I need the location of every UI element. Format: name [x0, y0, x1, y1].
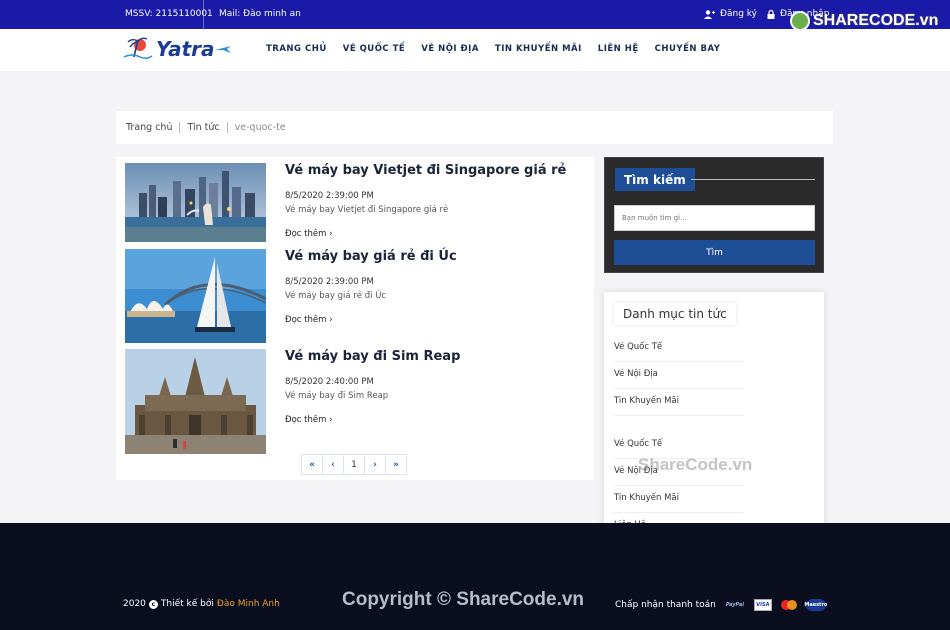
prev-page-button[interactable]: ‹ — [322, 454, 344, 475]
breadcrumb-news[interactable]: Tin tức — [187, 122, 219, 133]
site-footer: 2020 c Thiết kế bởi Đào Minh Anh Copyrig… — [0, 523, 950, 630]
logo-text: Yatra — [156, 37, 215, 61]
nav-promotions[interactable]: TIN KHUYẾN MÃI — [495, 44, 582, 54]
nav-contact[interactable]: LIÊN HỆ — [598, 44, 639, 54]
breadcrumb-separator — [179, 122, 181, 133]
sharecode-logo-icon — [790, 11, 810, 31]
visa-icon: VISA — [753, 599, 772, 611]
sharecode-watermark-badge: SHARECODE.vn — [790, 11, 938, 31]
last-page-button[interactable]: » — [385, 454, 407, 475]
breadcrumb-home[interactable]: Trang chủ — [126, 122, 172, 133]
designed-by-text: Thiết kế bởi — [160, 599, 214, 609]
category-item[interactable]: Vé Quốc Tế — [614, 439, 744, 459]
mastercard-icon — [780, 599, 798, 611]
search-title-divider — [691, 179, 815, 180]
breadcrumb-separator — [226, 122, 228, 133]
sharecode-watermark: ShareCode.vn — [638, 455, 753, 474]
angkor-wat-photo — [125, 349, 266, 454]
news-date: 8/5/2020 2:39:00 PM — [285, 277, 374, 287]
news-date: 8/5/2020 2:39:00 PM — [285, 191, 374, 201]
main-nav: TRANG CHỦ VÉ QUỐC TẾ VÉ NỘI ĐỊA TIN KHUY… — [266, 44, 720, 54]
search-input[interactable] — [614, 205, 815, 231]
copyright-year: 2020 — [123, 599, 146, 609]
category-widget: Danh mục tin tức Vé Quốc Tế Vé Nội Địa T… — [604, 292, 824, 544]
category-widget-title: Danh mục tin tức — [614, 303, 736, 325]
student-id-text: MSSV: 2115110001 — [125, 9, 213, 19]
footer-watermark: Copyright © ShareCode.vn — [342, 589, 585, 610]
mail-text: Mail: Đào minh an — [219, 9, 301, 19]
paypal-icon: PayPal — [725, 602, 744, 608]
nav-home[interactable]: TRANG CHỦ — [266, 44, 327, 54]
sharecode-badge-text: SHARECODE.vn — [813, 12, 939, 29]
search-widget-title: Tìm kiếm — [615, 168, 695, 191]
read-more-link[interactable]: Đọc thêm › — [285, 415, 585, 425]
singapore-merlion-photo — [125, 163, 266, 242]
news-title[interactable]: Vé máy bay giá rẻ đi Úc — [285, 249, 585, 264]
site-logo[interactable]: Yatra — [122, 35, 231, 63]
author-link[interactable]: Đào Minh Anh — [217, 599, 280, 609]
news-info: Vé máy bay giá rẻ đi Úc 8/5/2020 2:39:00… — [285, 249, 585, 325]
news-thumbnail[interactable] — [125, 249, 266, 343]
copyright-icon: c — [148, 599, 158, 609]
copyright: 2020 c Thiết kế bởi Đào Minh Anh — [123, 599, 280, 609]
page-number-button[interactable]: 1 — [343, 454, 365, 475]
breadcrumb-current: ve-quoc-te — [234, 122, 286, 133]
nav-international[interactable]: VÉ QUỐC TẾ — [343, 44, 406, 54]
news-info: Vé máy bay Vietjet đi Singapore giá rẻ 8… — [285, 163, 585, 239]
category-item[interactable]: Vé Quốc Tế — [614, 342, 744, 362]
pagination: « ‹ 1 › » — [301, 454, 407, 475]
user-plus-icon — [704, 9, 715, 19]
nav-flights[interactable]: CHUYẾN BAY — [655, 44, 721, 54]
news-info: Vé máy bay đi Sim Reap 8/5/2020 2:40:00 … — [285, 349, 585, 425]
category-item[interactable]: Tin Khuyến Mãi — [614, 396, 744, 416]
news-thumbnail[interactable] — [125, 163, 266, 242]
payment-methods: Chấp nhận thanh toán PayPal VISA Maestro — [615, 599, 827, 611]
news-summary: Vé máy bay Vietjet đi Singapore giá rẻ — [285, 205, 449, 215]
news-summary: Vé máy bay giá rẻ đi Úc — [285, 291, 387, 301]
read-more-link[interactable]: Đọc thêm › — [285, 229, 585, 239]
site-header: Yatra TRANG CHỦ VÉ QUỐC TẾ VÉ NỘI ĐỊA TI… — [0, 29, 950, 71]
sydney-opera-house-photo — [125, 249, 266, 343]
register-label: Đăng ký — [720, 9, 757, 19]
lock-icon — [767, 9, 775, 19]
breadcrumb: Trang chủ Tin tức ve-quoc-te — [116, 111, 833, 144]
news-title[interactable]: Vé máy bay đi Sim Reap — [285, 349, 585, 364]
first-page-button[interactable]: « — [301, 454, 323, 475]
plane-icon — [214, 46, 231, 53]
news-thumbnail[interactable] — [125, 349, 266, 454]
top-bar-divider — [203, 0, 204, 29]
nav-domestic[interactable]: VÉ NỘI ĐỊA — [421, 44, 479, 54]
palm-sun-logo-icon — [123, 37, 153, 60]
register-link[interactable]: Đăng ký — [704, 9, 757, 19]
news-title[interactable]: Vé máy bay Vietjet đi Singapore giá rẻ — [285, 163, 585, 178]
maestro-icon: Maestro — [804, 599, 827, 611]
news-list: Vé máy bay Vietjet đi Singapore giá rẻ 8… — [116, 157, 594, 480]
read-more-link[interactable]: Đọc thêm › — [285, 315, 585, 325]
category-item[interactable]: Tin Khuyến Mãi — [614, 493, 744, 513]
search-widget: Tìm kiếm Tìm — [604, 157, 824, 273]
news-summary: Vé máy bay đi Sim Reap — [285, 391, 389, 401]
search-button[interactable]: Tìm — [614, 240, 815, 265]
payment-label: Chấp nhận thanh toán — [615, 600, 716, 610]
news-date: 8/5/2020 2:40:00 PM — [285, 377, 374, 387]
next-page-button[interactable]: › — [364, 454, 386, 475]
category-item[interactable]: Vé Nội Địa — [614, 369, 744, 389]
